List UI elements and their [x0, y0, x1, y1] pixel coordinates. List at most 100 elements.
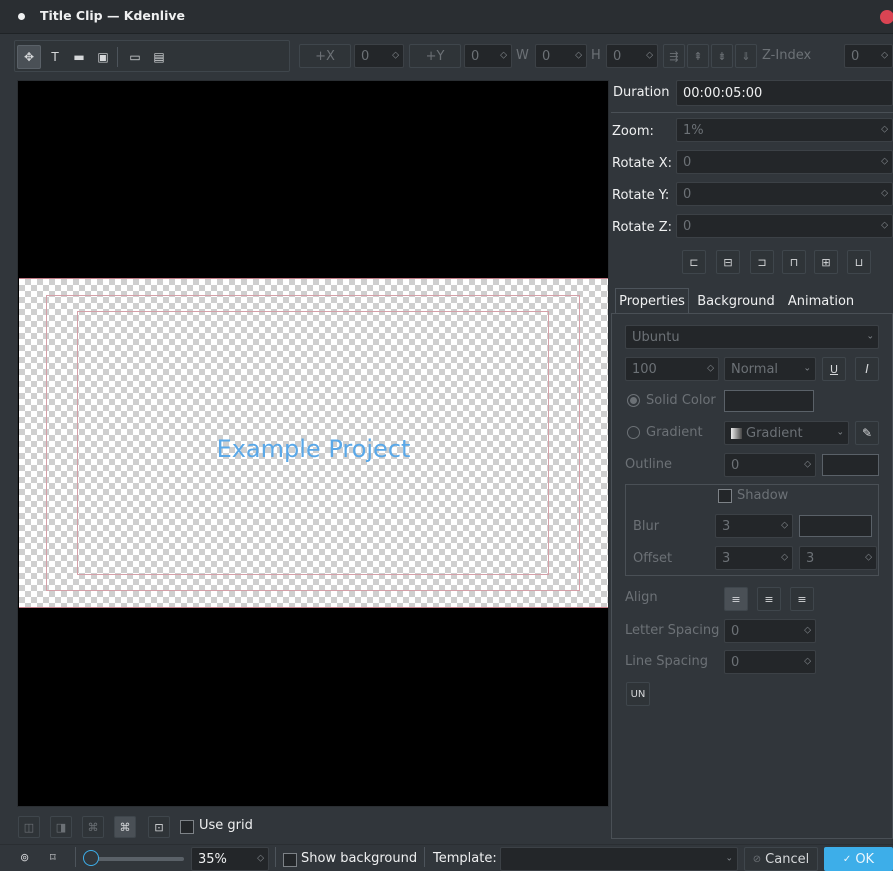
typewriter-button[interactable]: UN: [626, 682, 650, 706]
font-size-spin-icon[interactable]: ◇: [707, 364, 714, 374]
use-grid-checkbox[interactable]: [180, 820, 194, 838]
app-menu-icon[interactable]: [18, 13, 25, 20]
align-bottom-icon[interactable]: ⊔: [847, 250, 871, 274]
zoom-original-icon[interactable]: ⌑: [50, 851, 56, 864]
align-left-icon[interactable]: ⊏: [682, 250, 706, 274]
align-top-button[interactable]: ⇶: [663, 44, 685, 68]
checkbox-icon: [180, 820, 194, 834]
line-spacing-label: Line Spacing: [625, 654, 708, 669]
duration-input[interactable]: 00:00:05:00: [676, 80, 893, 106]
zindex-input[interactable]: 0 ◇: [844, 44, 893, 68]
x-origin-button[interactable]: +X: [299, 44, 351, 68]
w-spin-icon[interactable]: ◇: [575, 51, 582, 61]
x-spin-icon[interactable]: ◇: [392, 51, 399, 61]
rectangle-tool-button[interactable]: ▬: [67, 45, 91, 69]
text-align-center-icon[interactable]: ≡: [757, 587, 781, 611]
text-tool-button[interactable]: T: [43, 45, 67, 69]
zindex-spin-icon[interactable]: ◇: [881, 51, 888, 61]
offset-y-spin-icon[interactable]: ◇: [865, 553, 872, 563]
rotate-x-input[interactable]: 0 ◇: [676, 150, 893, 174]
font-weight-select[interactable]: Normal ⌄: [724, 357, 816, 381]
zoom-percent-input[interactable]: 35% ◇: [191, 847, 269, 871]
align-right-icon[interactable]: ⊐: [750, 250, 774, 274]
shadow-color-swatch[interactable]: [799, 515, 872, 537]
align-top-icon[interactable]: ⊓: [782, 250, 806, 274]
rotate-y-input[interactable]: 0 ◇: [676, 182, 893, 206]
open-document-button[interactable]: ▭: [123, 45, 147, 69]
image-tool-button[interactable]: ▣: [91, 45, 115, 69]
raise-button[interactable]: ⇞: [687, 44, 709, 68]
rotate-z-label: Rotate Z:: [612, 220, 672, 235]
edit-gradient-icon[interactable]: ✎: [855, 421, 879, 445]
zoom-percent-spin-icon[interactable]: ◇: [257, 854, 264, 864]
selection-tool-button[interactable]: ✥: [17, 45, 41, 69]
text-align-left-icon[interactable]: ≡: [724, 587, 748, 611]
y-spin-icon[interactable]: ◇: [500, 51, 507, 61]
show-background-label: Show background: [301, 851, 418, 866]
mirror-icon[interactable]: ⌘: [82, 816, 104, 838]
chevron-down-icon: ⌄: [836, 427, 844, 438]
show-background-checkbox[interactable]: [283, 853, 297, 871]
save-as-button[interactable]: ▤: [147, 45, 171, 69]
blur-input[interactable]: 3 ◇: [715, 514, 793, 538]
line-spacing-value: 0: [731, 654, 740, 670]
guides-icon[interactable]: ◫: [18, 816, 40, 838]
align-vcenter-icon[interactable]: ⊞: [814, 250, 838, 274]
fit-icon[interactable]: ⊡: [148, 816, 170, 838]
zoom-input[interactable]: 1% ◇: [676, 118, 893, 142]
rotate-z-spin-icon[interactable]: ◇: [881, 221, 888, 231]
tab-properties[interactable]: Properties: [615, 288, 689, 314]
blur-spin-icon[interactable]: ◇: [781, 521, 788, 531]
offset-y-input[interactable]: 3 ◇: [799, 546, 877, 570]
w-input[interactable]: 0 ◇: [535, 44, 587, 68]
x-input[interactable]: 0 ◇: [354, 44, 404, 68]
text-align-right-icon[interactable]: ≡: [790, 587, 814, 611]
tab-background[interactable]: Background: [695, 288, 777, 314]
split-icon[interactable]: ◨: [50, 816, 72, 838]
window-title: Title Clip — Kdenlive: [40, 8, 186, 23]
zoom-spin-icon[interactable]: ◇: [881, 125, 888, 135]
font-select[interactable]: Ubuntu ⌄: [625, 325, 879, 349]
letter-spacing-spin-icon[interactable]: ◇: [804, 626, 811, 636]
ok-button[interactable]: ✓ OK: [824, 847, 893, 871]
italic-button[interactable]: I: [855, 357, 879, 381]
cancel-button[interactable]: ⊘ Cancel: [744, 847, 818, 871]
zoom-slider-track[interactable]: [86, 857, 184, 861]
rotate-y-spin-icon[interactable]: ◇: [881, 189, 888, 199]
outline-spin-icon[interactable]: ◇: [804, 460, 811, 470]
solid-color-swatch[interactable]: [724, 390, 814, 412]
shadow-checkbox[interactable]: [718, 489, 732, 507]
outline-color-swatch[interactable]: [822, 454, 879, 476]
zoom-fit-icon[interactable]: ⊚: [20, 851, 29, 864]
zoom-slider-handle[interactable]: [83, 850, 99, 866]
line-spacing-spin-icon[interactable]: ◇: [804, 657, 811, 667]
gradient-radio[interactable]: [627, 426, 640, 443]
outline-input[interactable]: 0 ◇: [724, 453, 816, 477]
template-select[interactable]: ⌄: [500, 847, 738, 871]
transparent-frame[interactable]: Example Project: [19, 278, 608, 608]
rotate-z-value: 0: [683, 218, 692, 234]
font-size-input[interactable]: 100 ◇: [625, 357, 719, 381]
lower-button[interactable]: ⇟: [711, 44, 733, 68]
close-icon[interactable]: [880, 10, 893, 24]
rotate-z-input[interactable]: 0 ◇: [676, 214, 893, 238]
y-origin-button[interactable]: +Y: [409, 44, 461, 68]
h-input[interactable]: 0 ◇: [606, 44, 658, 68]
safe-zone-icon[interactable]: ⌘: [114, 816, 136, 838]
underline-button[interactable]: U: [822, 357, 846, 381]
letter-spacing-input[interactable]: 0 ◇: [724, 619, 816, 643]
tab-animation[interactable]: Animation: [783, 288, 859, 314]
gradient-select[interactable]: Gradient ⌄: [724, 421, 849, 445]
line-spacing-input[interactable]: 0 ◇: [724, 650, 816, 674]
sample-title-text[interactable]: Example Project: [19, 435, 608, 463]
solid-color-radio[interactable]: [627, 394, 640, 411]
y-input[interactable]: 0 ◇: [464, 44, 512, 68]
rotate-x-spin-icon[interactable]: ◇: [881, 157, 888, 167]
align-hcenter-icon[interactable]: ⊟: [716, 250, 740, 274]
gradient-select-value: Gradient: [746, 425, 803, 441]
offset-x-input[interactable]: 3 ◇: [715, 546, 793, 570]
bottom-button[interactable]: ⇓: [735, 44, 757, 68]
chevron-down-icon: ⌄: [866, 331, 874, 342]
offset-x-spin-icon[interactable]: ◇: [781, 553, 788, 563]
h-spin-icon[interactable]: ◇: [646, 51, 653, 61]
